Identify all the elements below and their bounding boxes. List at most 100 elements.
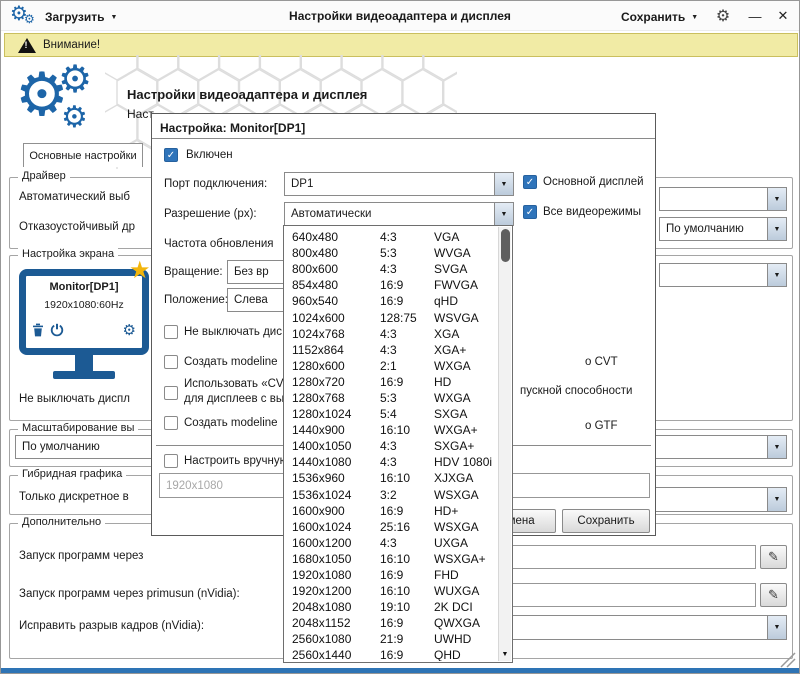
dropdown-arrow-icon[interactable]: ▼: [767, 436, 786, 458]
aspect-ratio-text: 4:3: [380, 230, 434, 244]
cvt-reduced-checkbox[interactable]: [164, 386, 178, 400]
resolution-option[interactable]: 1024x600128:75WSVGA: [284, 309, 497, 325]
resolution-option[interactable]: 1024x7684:3XGA: [284, 326, 497, 342]
resolution-option[interactable]: 1440x10804:3HDV 1080i: [284, 454, 497, 470]
dropdown-arrow-icon[interactable]: ▼: [767, 616, 786, 639]
resolution-option[interactable]: 1920x108016:9FHD: [284, 567, 497, 583]
minimize-button[interactable]: —: [745, 6, 765, 26]
mode-name-text: WSXGA: [434, 520, 497, 534]
settings-gear-button[interactable]: ⚙: [713, 6, 733, 26]
failsafe-driver-select[interactable]: По умолчанию ▼: [659, 217, 787, 241]
modeline-cvt-checkbox[interactable]: [164, 355, 178, 369]
aspect-ratio-text: 21:9: [380, 632, 434, 646]
resolution-option[interactable]: 1536x96016:10XJXGA: [284, 470, 497, 486]
enabled-label: Включен: [186, 149, 233, 161]
aspect-ratio-text: 5:4: [380, 407, 434, 421]
hybrid-group-legend: Гибридная графика: [18, 468, 126, 480]
resolution-text: 2048x1152: [284, 616, 380, 630]
resolution-option[interactable]: 800x6004:3SVGA: [284, 261, 497, 277]
screen-extra-select[interactable]: ▼: [659, 263, 787, 287]
manual-checkbox[interactable]: [164, 454, 178, 468]
tab-basic-settings[interactable]: Основные настройки: [23, 143, 143, 167]
resolution-option[interactable]: 1600x12004:3UXGA: [284, 535, 497, 551]
resolution-option[interactable]: 1280x6002:1WXGA: [284, 358, 497, 374]
resolution-text: 640x480: [284, 230, 380, 244]
dropdown-arrow-icon[interactable]: ▼: [767, 188, 786, 210]
resolution-text: 1280x1024: [284, 407, 380, 421]
resolution-option[interactable]: 1680x105016:10WSXGA+: [284, 551, 497, 567]
resolution-option[interactable]: 1280x7685:3WXGA: [284, 390, 497, 406]
resolution-option[interactable]: 1600x90016:9HD+: [284, 503, 497, 519]
titlebar: ⚙ ⚙ Загрузить ▼ Настройки видеоадаптера …: [1, 1, 799, 31]
mode-name-text: SVGA: [434, 262, 497, 276]
resolution-option[interactable]: 2560x108021:9UWHD: [284, 631, 497, 647]
mode-name-text: FHD: [434, 568, 497, 582]
bottom-accent-bar: [1, 668, 799, 673]
screen-extra-value: [660, 264, 767, 286]
resolution-option[interactable]: 1280x10245:4SXGA: [284, 406, 497, 422]
auto-driver-select[interactable]: ▼: [659, 187, 787, 211]
trash-icon[interactable]: [32, 323, 44, 337]
port-label: Порт подключения:: [164, 178, 267, 190]
mode-name-text: WUXGA: [434, 584, 497, 598]
save-button[interactable]: Сохранить: [562, 509, 650, 533]
mode-name-text: VGA: [434, 230, 497, 244]
resolution-option[interactable]: 1152x8644:3XGA+: [284, 342, 497, 358]
page-subtitle: Наст: [127, 107, 154, 121]
mode-name-text: QHD: [434, 648, 497, 661]
dialog-dont-off-label: Не выключать дис: [184, 326, 282, 338]
modeline-gtf-checkbox[interactable]: [164, 416, 178, 430]
resolution-select[interactable]: Автоматически ▼: [284, 202, 514, 226]
resize-grip[interactable]: [779, 651, 797, 669]
primary-display-label: Основной дисплей: [543, 176, 644, 188]
aspect-ratio-text: 4:3: [380, 536, 434, 550]
all-modes-checkbox[interactable]: ✓: [523, 205, 537, 219]
primary-display-checkbox[interactable]: ✓: [523, 175, 537, 189]
power-icon[interactable]: [50, 323, 64, 337]
resolution-option[interactable]: 1440x90016:10WXGA+: [284, 422, 497, 438]
dropdown-arrow-icon[interactable]: ▼: [767, 264, 786, 286]
resolution-option[interactable]: 1400x10504:3SXGA+: [284, 438, 497, 454]
close-button[interactable]: ✕: [773, 6, 793, 26]
resolution-option[interactable]: 2048x108019:102K DCI: [284, 599, 497, 615]
aspect-ratio-text: 16:9: [380, 278, 434, 292]
primus-edit-button[interactable]: ✎: [760, 583, 787, 607]
resolution-option[interactable]: 800x4805:3WVGA: [284, 245, 497, 261]
dialog-separator: [152, 138, 655, 139]
resolution-option[interactable]: 1536x10243:2WSXGA: [284, 487, 497, 503]
scroll-down-icon[interactable]: ▼: [499, 647, 511, 661]
mode-name-text: HDV 1080i: [434, 455, 497, 469]
resolution-option[interactable]: 2560x144016:9QHD: [284, 647, 497, 661]
primary-star-icon: ★: [129, 259, 151, 283]
mode-name-text: 2K DCI: [434, 600, 497, 614]
resolution-option[interactable]: 960x54016:9qHD: [284, 293, 497, 309]
resolution-option[interactable]: 1280x72016:9HD: [284, 374, 497, 390]
rotation-label: Вращение:: [164, 266, 223, 278]
monitor-name: Monitor[DP1]: [26, 281, 142, 293]
save-menu-button[interactable]: Сохранить ▼: [621, 8, 698, 26]
scrollbar-thumb[interactable]: [501, 229, 510, 262]
mode-name-text: UXGA: [434, 536, 497, 550]
resolution-text: 1680x1050: [284, 552, 380, 566]
resolution-label: Разрешение (px):: [164, 208, 257, 220]
resolution-option[interactable]: 640x4804:3VGA: [284, 229, 497, 245]
monitor-settings-gear-icon[interactable]: ⚙: [123, 323, 136, 338]
resolution-option[interactable]: 1600x102425:16WSXGA: [284, 519, 497, 535]
resolution-option[interactable]: 854x48016:9FWVGA: [284, 277, 497, 293]
dropdown-arrow-icon[interactable]: ▼: [767, 218, 786, 240]
dropdown-arrow-icon[interactable]: ▼: [494, 203, 513, 225]
mode-name-text: WSXGA+: [434, 552, 497, 566]
aspect-ratio-text: 25:16: [380, 520, 434, 534]
resolution-option[interactable]: 2048x115216:9QWXGA: [284, 615, 497, 631]
aspect-ratio-text: 4:3: [380, 343, 434, 357]
auto-driver-value: [660, 188, 767, 210]
port-select[interactable]: DP1 ▼: [284, 172, 514, 196]
aspect-ratio-text: 16:9: [380, 648, 434, 661]
enabled-checkbox[interactable]: ✓: [164, 148, 178, 162]
dialog-dont-off-checkbox[interactable]: [164, 325, 178, 339]
run-programs-edit-button[interactable]: ✎: [760, 545, 787, 569]
dropdown-arrow-icon[interactable]: ▼: [494, 173, 513, 195]
scrollbar[interactable]: ▼: [498, 227, 511, 661]
resolution-option[interactable]: 1920x120016:10WUXGA: [284, 583, 497, 599]
dropdown-arrow-icon[interactable]: ▼: [767, 488, 786, 511]
